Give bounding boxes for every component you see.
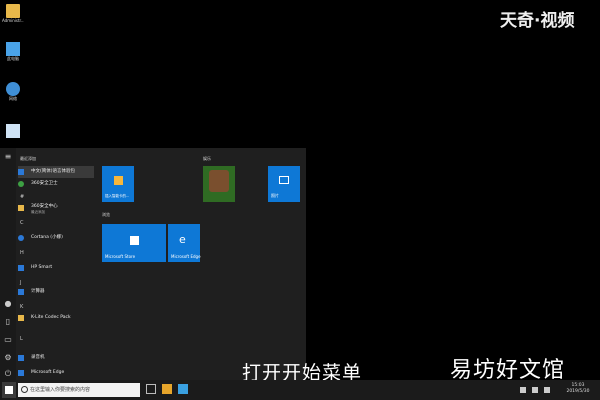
app-label: Microsoft Edge — [31, 370, 65, 375]
tile-label: 照片 — [271, 193, 279, 198]
letter-header[interactable]: L — [20, 336, 23, 342]
app-label: HP Smart — [31, 265, 53, 270]
tile-group-header: 浏览 — [102, 212, 110, 217]
app-item[interactable]: 360安全卫士 — [18, 178, 94, 190]
start-button[interactable] — [2, 382, 16, 398]
pinned-app-icon[interactable] — [178, 384, 188, 394]
desktop-icon-label: 此电脑 — [7, 56, 19, 61]
recycle-bin-icon — [6, 124, 20, 138]
security-icon — [18, 181, 24, 187]
app-label: Cortana (小娜) — [31, 235, 63, 240]
start-menu-rail: ≡ ● ▯ ▭ ⚙ ⏻ — [0, 148, 16, 380]
photos-icon — [279, 176, 289, 184]
letter-header[interactable]: K — [20, 304, 23, 310]
tile-microsoft-store[interactable]: Microsoft Store — [102, 224, 166, 262]
tile-photos[interactable]: 照片 — [268, 166, 300, 202]
edge-icon — [18, 370, 24, 376]
app-item[interactable]: Cortana (小娜) — [18, 232, 94, 244]
taskbar: 在这里输入你要搜索的内容 15:03 2019/5/30 — [0, 380, 600, 400]
network-tray-icon[interactable] — [532, 387, 538, 393]
gear-icon[interactable]: ⚙ — [4, 354, 12, 362]
file-explorer-icon[interactable] — [162, 384, 172, 394]
clock[interactable]: 15:03 2019/5/30 — [560, 383, 596, 395]
recorder-icon — [18, 355, 24, 361]
tile-label: Microsoft Store — [105, 254, 136, 259]
letter-header[interactable]: # — [20, 194, 24, 200]
tile-smartcard[interactable]: 插入智能卡的... — [102, 166, 134, 202]
store-icon — [130, 236, 139, 245]
search-placeholder: 在这里输入你要搜索的内容 — [30, 387, 91, 393]
cortana-icon — [18, 235, 24, 241]
search-input[interactable]: 在这里输入你要搜索的内容 — [18, 383, 140, 397]
app-label: K-Lite Codec Pack — [31, 315, 71, 320]
user-folder-icon — [6, 4, 20, 18]
desktop-icon-label: Administr... — [2, 18, 24, 23]
calculator-icon — [18, 289, 24, 295]
tile-xbox-game[interactable] — [203, 166, 235, 202]
language-pack-icon — [18, 169, 24, 175]
computer-icon — [6, 42, 20, 56]
app-item[interactable]: 计算器 — [18, 286, 94, 298]
search-icon — [21, 386, 28, 393]
edge-icon: e — [179, 233, 186, 246]
desktop-icon-user[interactable]: Administr... — [2, 4, 24, 23]
desktop-icon-network[interactable]: 网络 — [2, 82, 24, 101]
gift-icon — [114, 176, 123, 185]
tile-label: Microsoft Edge — [171, 254, 201, 259]
network-icon — [6, 82, 20, 96]
folder-icon — [18, 205, 24, 211]
hamburger-icon[interactable]: ≡ — [4, 153, 12, 161]
clock-date: 2019/5/30 — [566, 389, 590, 394]
user-avatar-icon[interactable]: ● — [4, 300, 12, 308]
tile-group-header: 娱乐 — [203, 156, 211, 161]
document-icon[interactable]: ▯ — [4, 318, 12, 326]
pictures-icon[interactable]: ▭ — [4, 336, 12, 344]
power-icon[interactable]: ⏻ — [4, 370, 12, 378]
app-label: 360安全卫士 — [31, 181, 58, 186]
letter-header[interactable]: C — [20, 220, 24, 226]
volume-icon[interactable] — [544, 387, 550, 393]
tile-microsoft-edge[interactable]: e Microsoft Edge — [168, 224, 201, 262]
task-view-icon[interactable] — [146, 384, 156, 394]
recent-header: 最近添加 — [20, 156, 36, 161]
app-label: 录音机 — [31, 355, 45, 360]
desktop-icon-computer[interactable]: 此电脑 — [2, 42, 24, 61]
xbox-game-icon — [209, 170, 229, 192]
app-item[interactable]: K-Lite Codec Pack — [18, 312, 94, 324]
app-item[interactable]: 中文(简体)语言体验包 — [18, 166, 94, 178]
letter-header[interactable]: H — [20, 250, 24, 256]
app-item[interactable]: 录音机 — [18, 352, 94, 364]
app-item[interactable]: 360安全中心 最近添加 — [18, 202, 94, 214]
watermark: 天奇·视频 — [500, 11, 575, 31]
app-label: 计算器 — [31, 289, 45, 294]
app-sublabel: 最近添加 — [31, 210, 45, 214]
app-item[interactable]: HP Smart — [18, 262, 94, 274]
desktop-icon-label: 网络 — [9, 96, 17, 101]
tray-icon[interactable] — [520, 387, 526, 393]
hp-icon — [18, 265, 24, 271]
app-item[interactable]: Microsoft Edge — [18, 368, 94, 378]
tile-label: 插入智能卡的... — [105, 194, 130, 198]
app-label: 中文(简体)语言体验包 — [31, 169, 76, 174]
desktop-icon-recycle-bin[interactable] — [2, 124, 24, 138]
folder-icon — [18, 315, 24, 321]
windows-icon — [5, 386, 13, 394]
